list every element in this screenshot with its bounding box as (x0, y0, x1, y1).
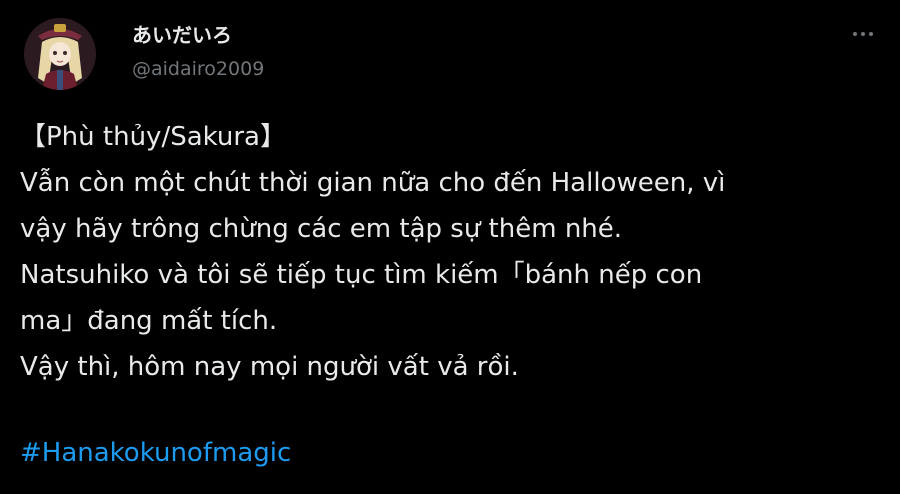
avatar-illustration-icon (24, 18, 96, 90)
more-options-icon-dot-3 (869, 32, 873, 36)
author-names: あいだいろ @aidairo2009 (132, 18, 264, 90)
tweet-text: 【Phù thủy/Sakura】 Vẫn còn một chút thời … (20, 114, 880, 390)
tweet-header: あいだいろ @aidairo2009 (24, 18, 264, 90)
tweet-text-line: 【Phù thủy/Sakura】 (20, 122, 286, 152)
tweet-card: あいだいろ @aidairo2009 【Phù thủy/Sakura】 Vẫn… (0, 0, 900, 494)
tweet-text-line: ma」đang mất tích. (20, 306, 278, 336)
more-options-button[interactable] (848, 24, 878, 44)
more-options-icon (853, 32, 857, 36)
hashtag-link[interactable]: #Hanakokunofmagic (20, 430, 291, 476)
tweet-text-line: Natsuhiko và tôi sẽ tiếp tục tìm kiếm「bá… (20, 260, 703, 290)
tweet-text-line: vậy hãy trông chừng các em tập sự thêm n… (20, 214, 623, 244)
author-handle[interactable]: @aidairo2009 (132, 56, 264, 82)
author-display-name[interactable]: あいだいろ (132, 22, 264, 48)
avatar[interactable] (24, 18, 96, 90)
tweet-text-line: Vậy thì, hôm nay mọi người vất vả rồi. (20, 352, 519, 382)
tweet-text-line: Vẫn còn một chút thời gian nữa cho đến H… (20, 168, 726, 198)
more-options-icon-dot-2 (861, 32, 865, 36)
